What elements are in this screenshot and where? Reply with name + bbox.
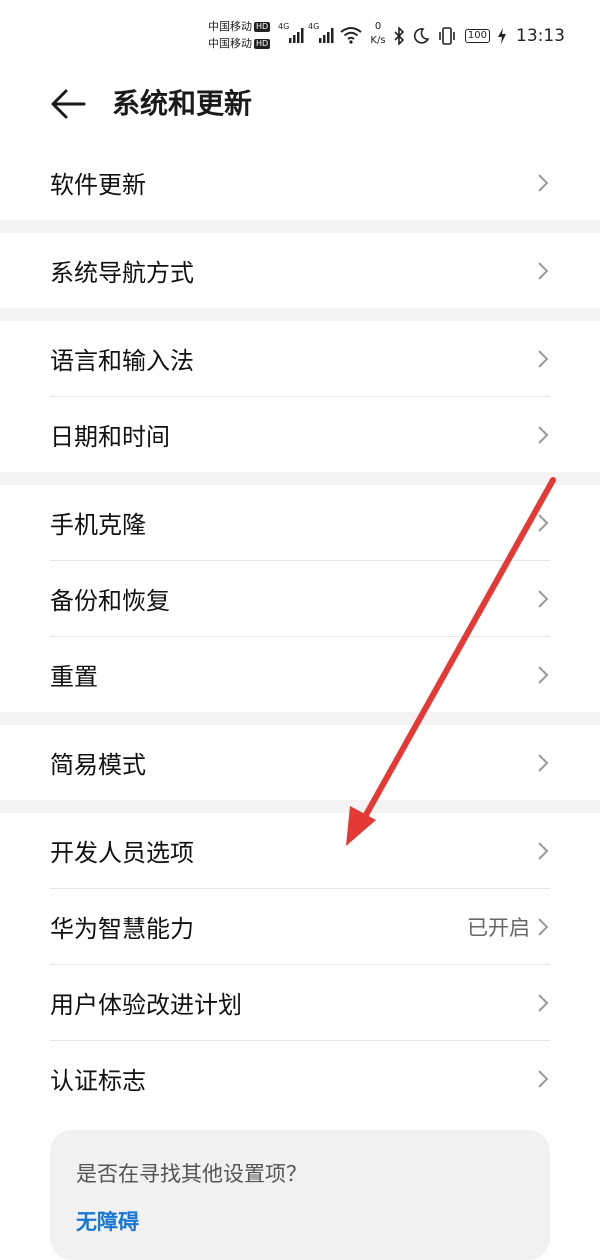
carrier-1-name: 中国移动 [208,20,252,33]
status-bar: 中国移动 HD 中国移动 HD 4G 4G 0 K/s 100 13:13 [0,0,600,70]
settings-item-developer-options[interactable]: 开发人员选项 [50,813,550,888]
row-trailing [536,145,550,220]
settings-item-label: 手机克隆 [50,511,146,539]
suggestion-question: 是否在寻找其他设置项？ [76,1162,307,1186]
settings-group: 软件更新 [0,145,600,220]
status-value: 已开启 [467,915,530,940]
battery-level: 100 [467,30,487,41]
chevron-right-icon [538,917,549,936]
group-divider [0,220,600,233]
carrier-info: 中国移动 HD 中国移动 HD [208,18,271,52]
settings-group: 开发人员选项 华为智慧能力 已开启 用户体验改进计划 认证标志 [0,813,600,1116]
settings-item-huawei-ai[interactable]: 华为智慧能力 已开启 [50,888,550,964]
back-arrow-icon[interactable] [48,84,88,124]
settings-item-label: 日期和时间 [50,423,170,451]
settings-item-label: 系统导航方式 [50,259,194,287]
header: 系统和更新 [0,70,600,140]
chevron-right-icon [538,349,549,368]
settings-item-phone-clone[interactable]: 手机克隆 [50,485,550,560]
row-trailing [536,1041,550,1116]
settings-item-label: 开发人员选项 [50,839,194,867]
chevron-right-icon [538,261,549,280]
settings-group: 系统导航方式 [0,233,600,308]
settings-group: 简易模式 [0,725,600,800]
vibrate-icon [439,27,455,45]
group-divider [0,712,600,725]
row-trailing [536,813,550,888]
row-trailing [536,965,550,1040]
settings-item-label: 语言和输入法 [50,347,194,375]
settings-item-label: 重置 [50,663,98,691]
carrier-2-name: 中国移动 [208,37,252,50]
bluetooth-icon [394,27,405,45]
speed-value: 0 [374,21,382,32]
row-trailing [536,485,550,560]
settings-item-software-update[interactable]: 软件更新 [50,145,550,220]
chevron-right-icon [538,753,549,772]
hd-badge-2: HD [254,39,271,49]
group-divider [0,472,600,485]
signal-bars-icon [289,28,304,43]
network-speed: 0 K/s [366,20,390,48]
settings-item-label: 软件更新 [50,171,146,199]
settings-item-certification[interactable]: 认证标志 [50,1040,550,1116]
row-trailing [536,637,550,712]
speed-unit: K/s [370,35,386,46]
settings-item-language-input[interactable]: 语言和输入法 [50,321,550,396]
settings-item-label: 华为智慧能力 [50,915,194,943]
accessibility-link[interactable]: 无障碍 [76,1206,139,1236]
page-title: 系统和更新 [112,87,253,120]
row-trailing [536,233,550,308]
chevron-right-icon [538,841,549,860]
row-trailing: 已开启 [467,889,550,964]
settings-item-label: 简易模式 [50,751,146,779]
settings-item-label: 备份和恢复 [50,587,170,615]
battery-icon: 100 [464,29,490,43]
settings-item-system-navigation[interactable]: 系统导航方式 [50,233,550,308]
signal-bars-icon [319,28,334,43]
chevron-right-icon [538,425,549,444]
chevron-right-icon [538,589,549,608]
status-right-icons: 100 13:13 [393,24,565,48]
chevron-right-icon [538,513,549,532]
settings-item-label: 用户体验改进计划 [50,991,242,1019]
row-trailing [536,321,550,396]
settings-item-simple-mode[interactable]: 简易模式 [50,725,550,800]
group-divider [0,308,600,321]
moon-icon [413,28,429,44]
chevron-right-icon [538,665,549,684]
settings-item-date-time[interactable]: 日期和时间 [50,396,550,472]
chevron-right-icon [538,1069,549,1088]
settings-group: 语言和输入法 日期和时间 [0,321,600,472]
row-trailing [536,561,550,636]
settings-item-label: 认证标志 [50,1067,146,1095]
wifi-icon [340,27,362,44]
settings-group: 手机克隆 备份和恢复 重置 [0,485,600,712]
settings-item-reset[interactable]: 重置 [50,636,550,712]
chevron-right-icon [538,993,549,1012]
chevron-right-icon [538,173,549,192]
suggestion-card: 是否在寻找其他设置项？ 无障碍 [50,1130,550,1260]
charging-icon [498,28,506,44]
settings-list: 软件更新 系统导航方式 语言和输入法 日期和时间 手机克隆 备份和恢复 重置 简… [0,145,600,1116]
row-trailing [536,397,550,472]
clock: 13:13 [516,26,565,46]
group-divider [0,800,600,813]
row-trailing [536,725,550,800]
settings-item-user-experience[interactable]: 用户体验改进计划 [50,964,550,1040]
settings-item-backup-restore[interactable]: 备份和恢复 [50,560,550,636]
hd-badge-1: HD [254,22,271,32]
